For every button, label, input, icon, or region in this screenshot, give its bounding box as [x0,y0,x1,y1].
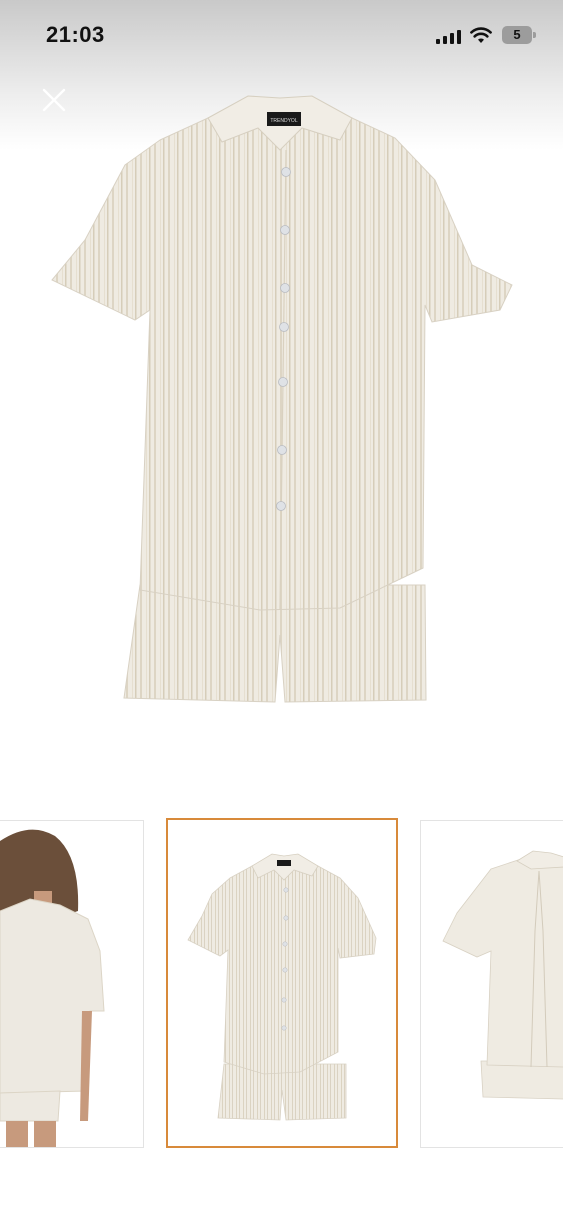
battery-level: 5 [513,27,521,42]
battery-nub [533,32,536,38]
thumbnail-product-front-view[interactable] [166,818,398,1148]
thumbnail-product-back-view[interactable] [420,820,563,1148]
thumbnail-strip [0,818,563,1150]
thumbnail-model-back-view[interactable] [0,820,144,1148]
main-product-image[interactable]: TRENDYOL [40,90,530,710]
brand-label: TRENDYOL [270,118,297,124]
battery-icon: 5 [502,26,532,44]
signal-icon [436,30,461,44]
status-time: 21:03 [46,22,105,47]
wifi-icon [470,27,492,43]
status-bar: 21:03 5 [0,0,563,72]
